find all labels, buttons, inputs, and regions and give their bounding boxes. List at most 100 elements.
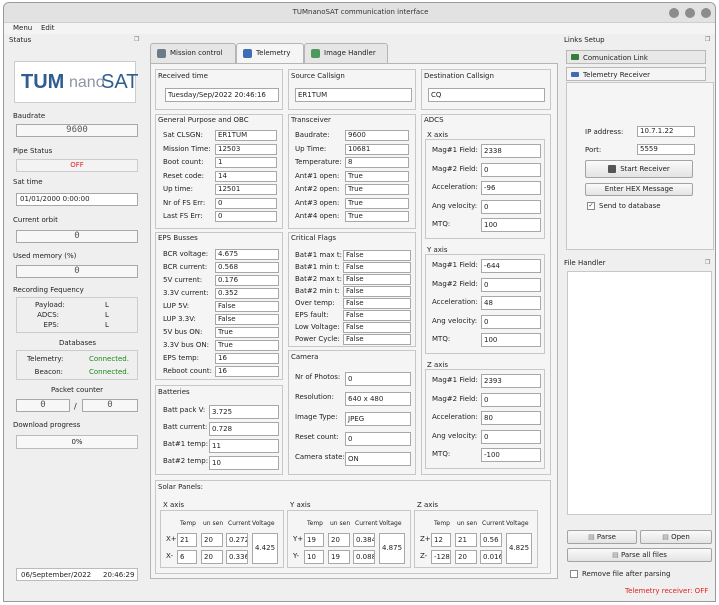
ip-field[interactable]: 10.7.1.22	[637, 126, 695, 137]
tab-telemetry-receiver[interactable]: Telemetry Receiver	[566, 67, 706, 81]
start-receiver-button[interactable]: Start Receiver	[585, 160, 693, 178]
menu-edit[interactable]: Edit	[41, 24, 55, 32]
gp-row-field[interactable]: 12503	[215, 143, 277, 155]
adcs-row-field[interactable]: 0	[481, 162, 541, 177]
eps-row-field[interactable]: 4.675	[215, 249, 279, 260]
crit-row-field[interactable]: False	[343, 298, 411, 309]
solar-current-field[interactable]: 0.272	[226, 533, 248, 547]
send-db-checkbox[interactable]: ✓	[587, 202, 595, 210]
adcs-row-field[interactable]: 2393	[481, 374, 541, 388]
trx-row-field[interactable]: 8	[345, 157, 409, 168]
crit-row-field[interactable]: False	[343, 262, 411, 273]
solar-sun-field[interactable]: 20	[201, 550, 223, 564]
adcs-row-field[interactable]: 2338	[481, 144, 541, 158]
minimize-button[interactable]	[669, 8, 679, 18]
solar-current-field[interactable]: 0.088	[353, 550, 375, 564]
eps-row-field[interactable]: 0.352	[215, 288, 279, 299]
crit-row-field[interactable]: False	[343, 334, 411, 345]
adcs-row-field[interactable]: 0	[481, 429, 541, 444]
gp-row-field[interactable]: 0	[215, 211, 277, 222]
solar-temp-field[interactable]: 10	[304, 550, 324, 564]
eps-row-field[interactable]: True	[215, 340, 279, 351]
eps-row-field[interactable]: False	[215, 301, 279, 312]
solar-sun-field[interactable]: 21	[455, 533, 477, 547]
crit-row-field[interactable]: False	[343, 322, 411, 333]
menu-menu[interactable]: Menu	[13, 24, 32, 32]
trx-row-field[interactable]: 9600	[345, 130, 409, 141]
adcs-row-field[interactable]: -100	[481, 448, 541, 462]
eps-row-field[interactable]: 0.176	[215, 275, 279, 286]
adcs-row-field[interactable]: -644	[481, 259, 541, 273]
port-field[interactable]: 5559	[637, 144, 695, 155]
undock-icon-file[interactable]: ❐	[705, 259, 710, 266]
solar-voltage-field[interactable]: 4.425	[252, 533, 278, 564]
adcs-row-field[interactable]: 100	[481, 218, 541, 232]
solar-sun-field[interactable]: 20	[455, 550, 477, 564]
eps-row-field[interactable]: 0.568	[215, 262, 279, 273]
dest-callsign-field[interactable]: CQ	[428, 88, 545, 102]
undock-icon-right[interactable]: ❐	[705, 36, 710, 43]
trx-row-field[interactable]: True	[345, 211, 409, 222]
cam-row-field[interactable]: JPEG	[345, 412, 411, 426]
trx-row-field[interactable]: True	[345, 170, 409, 182]
adcs-row-field[interactable]: 0	[481, 314, 541, 329]
tab-telemetry[interactable]: Telemetry	[236, 43, 304, 64]
enter-hex-button[interactable]: Enter HEX Message	[585, 183, 693, 196]
bat-row-field[interactable]: 10	[209, 456, 279, 470]
parse-button[interactable]: ▤ Parse	[567, 530, 637, 544]
gp-row-field[interactable]: 12501	[215, 184, 277, 195]
trx-row-field[interactable]: True	[345, 197, 409, 209]
solar-sun-field[interactable]: 19	[328, 550, 350, 564]
adcs-row-field[interactable]: 80	[481, 411, 541, 425]
cam-row-field[interactable]: 640 x 480	[345, 392, 411, 406]
bat-row-field[interactable]: 3.725	[209, 405, 279, 419]
solar-current-field[interactable]: 0.384	[353, 533, 375, 547]
tab-communication-link[interactable]: Comunication Link	[566, 50, 706, 64]
undock-icon[interactable]: ❐	[134, 36, 139, 43]
adcs-row-field[interactable]: 0	[481, 392, 541, 407]
cam-row-field[interactable]: ON	[345, 452, 411, 466]
cam-row-field[interactable]: 0	[345, 432, 411, 446]
file-list[interactable]	[567, 271, 712, 515]
parse-all-button[interactable]: ▤ Parse all files	[567, 548, 712, 562]
solar-voltage-field[interactable]: 4.875	[379, 533, 405, 564]
eps-row-field[interactable]: True	[215, 327, 279, 338]
trx-row-field[interactable]: True	[345, 184, 409, 195]
crit-row-field[interactable]: False	[343, 274, 411, 285]
gp-row-field[interactable]: 0	[215, 197, 277, 209]
adcs-row-field[interactable]: 0	[481, 277, 541, 292]
maximize-button[interactable]	[685, 8, 695, 18]
close-button[interactable]	[701, 8, 711, 18]
source-callsign-field[interactable]: ER1TUM	[295, 88, 412, 102]
solar-temp-field[interactable]: 19	[304, 533, 324, 547]
solar-current-field[interactable]: 0.56	[480, 533, 502, 547]
adcs-row-field[interactable]: 0	[481, 199, 541, 214]
adcs-row-field[interactable]: 48	[481, 296, 541, 310]
solar-temp-field[interactable]: 21	[177, 533, 197, 547]
solar-temp-field[interactable]: 12	[431, 533, 451, 547]
cam-row-field[interactable]: 0	[345, 372, 411, 386]
remove-after-checkbox[interactable]	[570, 570, 578, 578]
crit-row-field[interactable]: False	[343, 310, 411, 321]
gp-row-field[interactable]: ER1TUM	[215, 130, 277, 141]
eps-row-field[interactable]: False	[215, 314, 279, 325]
adcs-row-field[interactable]: 100	[481, 333, 541, 347]
solar-sun-field[interactable]: 20	[328, 533, 350, 547]
eps-row-field[interactable]: 16	[215, 353, 279, 364]
gp-row-field[interactable]: 1	[215, 157, 277, 168]
sat-time-field[interactable]: 01/01/2000 0:00:00	[16, 193, 138, 206]
bat-row-field[interactable]: 0.728	[209, 422, 279, 436]
gp-row-field[interactable]: 14	[215, 170, 277, 182]
crit-row-field[interactable]: False	[343, 250, 411, 261]
tab-mission-control[interactable]: Mission control	[150, 43, 236, 63]
solar-current-field[interactable]: 0.336	[226, 550, 248, 564]
solar-sun-field[interactable]: 20	[201, 533, 223, 547]
adcs-row-field[interactable]: -96	[481, 181, 541, 195]
bat-row-field[interactable]: 11	[209, 439, 279, 453]
tab-image-handler[interactable]: Image Handler	[304, 43, 388, 63]
solar-temp-field[interactable]: -128	[431, 550, 451, 564]
solar-voltage-field[interactable]: 4.825	[506, 533, 532, 564]
crit-row-field[interactable]: False	[343, 286, 411, 297]
eps-row-field[interactable]: 16	[215, 366, 279, 377]
open-button[interactable]: ▤ Open	[640, 530, 712, 544]
